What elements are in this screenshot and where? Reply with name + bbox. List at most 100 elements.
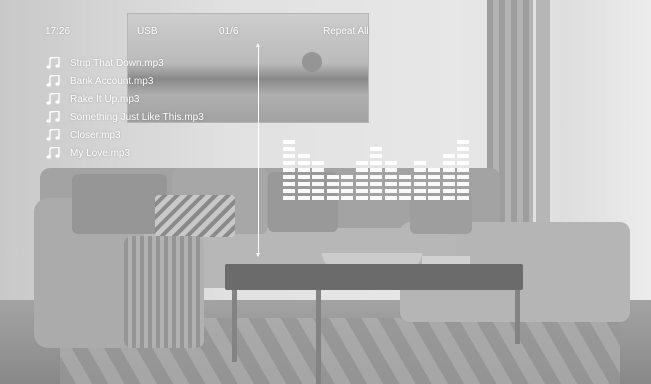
playlist-item-label: My Love.mp3 xyxy=(70,147,131,159)
equalizer-bar-segment xyxy=(413,175,426,179)
equalizer-bar-segment xyxy=(384,168,397,172)
equalizer-bar-segment xyxy=(326,175,339,179)
equalizer-bar-segment xyxy=(399,189,411,193)
equalizer-bar-segment xyxy=(399,182,411,186)
equalizer-bar-segment xyxy=(413,161,426,165)
equalizer-bar-segment xyxy=(457,182,469,186)
source-label[interactable]: USB xyxy=(137,26,158,37)
equalizer-bar-segment xyxy=(442,182,455,186)
equalizer-bar-segment xyxy=(312,161,324,165)
equalizer-bar-segment xyxy=(355,161,368,165)
music-note-icon xyxy=(46,111,60,123)
equalizer-bar-segment xyxy=(413,196,426,200)
equalizer-bar-segment xyxy=(428,189,440,193)
equalizer-bar-segment xyxy=(370,182,382,186)
equalizer-bar-segment xyxy=(384,196,397,200)
playlist-item-label: Bank Account.mp3 xyxy=(70,75,154,87)
playlist-item[interactable]: Rake It Up.mp3 xyxy=(46,90,204,108)
equalizer-bar-segment xyxy=(370,175,382,179)
music-note-icon xyxy=(46,75,60,87)
playlist-item[interactable]: Something Just Like This.mp3 xyxy=(46,108,204,126)
equalizer-bar-segment xyxy=(355,182,368,186)
equalizer-bar-segment xyxy=(297,189,310,193)
equalizer-bar-segment xyxy=(457,168,469,172)
equalizer-bar-segment xyxy=(326,196,339,200)
equalizer-bar-segment xyxy=(384,161,397,165)
equalizer-bar-segment xyxy=(283,161,295,165)
music-note-icon xyxy=(46,57,60,69)
equalizer-bar-segment xyxy=(399,196,411,200)
playlist-item[interactable]: My Love.mp3 xyxy=(46,144,204,162)
equalizer-bar-segment xyxy=(312,168,324,172)
equalizer-bar-segment xyxy=(341,175,353,179)
equalizer-bar-segment xyxy=(283,196,295,200)
music-note-icon xyxy=(46,93,60,105)
music-note-icon xyxy=(46,147,60,159)
equalizer-bar-segment xyxy=(341,189,353,193)
playlist-item-label: Closer.mp3 xyxy=(70,129,121,141)
equalizer-bar-segment xyxy=(355,189,368,193)
equalizer-bar-segment xyxy=(297,175,310,179)
playlist-item[interactable]: Strip That Down.mp3 xyxy=(46,54,204,72)
equalizer-bar-segment xyxy=(297,154,310,158)
equalizer-bar-segment xyxy=(442,175,455,179)
equalizer-bar-segment xyxy=(457,147,469,151)
equalizer-bar-segment xyxy=(370,154,382,158)
equalizer-bar-segment xyxy=(457,189,469,193)
equalizer-bar-segment xyxy=(297,168,310,172)
equalizer-bar-segment xyxy=(283,140,295,144)
equalizer-bar-segment xyxy=(312,196,324,200)
equalizer-bar-segment xyxy=(428,175,440,179)
equalizer-bar-segment xyxy=(312,175,324,179)
equalizer-bar-segment xyxy=(355,175,368,179)
equalizer-bar-segment xyxy=(326,182,339,186)
equalizer-bar-segment xyxy=(370,147,382,151)
equalizer-bar-segment xyxy=(312,189,324,193)
playlist: Strip That Down.mp3 Bank Account.mp3 Rake … xyxy=(46,54,204,162)
equalizer-bar-segment xyxy=(413,189,426,193)
repeat-mode-toggle[interactable]: Repeat All xyxy=(323,26,369,37)
playlist-item-label: Rake It Up.mp3 xyxy=(70,93,140,105)
equalizer-bar-segment xyxy=(283,154,295,158)
equalizer-bar-segment xyxy=(428,196,440,200)
equalizer-bar-segment xyxy=(442,189,455,193)
equalizer-bar-segment xyxy=(355,168,368,172)
equalizer-bar-segment xyxy=(384,175,397,179)
equalizer-bar-segment xyxy=(413,182,426,186)
playlist-item-label: Something Just Like This.mp3 xyxy=(70,111,204,123)
equalizer-bar-segment xyxy=(442,161,455,165)
equalizer-bar-segment xyxy=(384,189,397,193)
equalizer-bar-segment xyxy=(355,196,368,200)
equalizer-bar-segment xyxy=(399,175,411,179)
equalizer-bar-segment xyxy=(384,182,397,186)
equalizer-bar-segment xyxy=(326,189,339,193)
equalizer-bar-segment xyxy=(283,175,295,179)
equalizer-bar-segment xyxy=(297,161,310,165)
equalizer-bar-segment xyxy=(312,182,324,186)
equalizer-bar-segment xyxy=(283,147,295,151)
equalizer-visualizer xyxy=(283,110,473,200)
equalizer-bar-segment xyxy=(370,168,382,172)
playlist-item[interactable]: Bank Account.mp3 xyxy=(46,72,204,90)
equalizer-bar-segment xyxy=(428,182,440,186)
equalizer-bar-segment xyxy=(457,154,469,158)
vertical-progress-slider[interactable] xyxy=(256,43,260,257)
media-player-screen: 17:26 USB 01/6 Repeat All Strip That Dow… xyxy=(0,0,651,384)
equalizer-bar-segment xyxy=(457,196,469,200)
equalizer-bar-segment xyxy=(341,196,353,200)
equalizer-bar-segment xyxy=(370,196,382,200)
equalizer-bar-segment xyxy=(283,189,295,193)
equalizer-bar-segment xyxy=(428,168,440,172)
equalizer-bar-segment xyxy=(297,182,310,186)
equalizer-bar-segment xyxy=(341,182,353,186)
equalizer-bar-segment xyxy=(370,189,382,193)
equalizer-bar-segment xyxy=(370,161,382,165)
playlist-item-label: Strip That Down.mp3 xyxy=(70,57,164,69)
playlist-item[interactable]: Closer.mp3 xyxy=(46,126,204,144)
equalizer-bar-segment xyxy=(283,182,295,186)
track-counter: 01/6 xyxy=(219,26,239,37)
equalizer-bar-segment xyxy=(457,161,469,165)
equalizer-bar-segment xyxy=(442,154,455,158)
progress-track xyxy=(257,47,259,253)
equalizer-bar-segment xyxy=(283,168,295,172)
